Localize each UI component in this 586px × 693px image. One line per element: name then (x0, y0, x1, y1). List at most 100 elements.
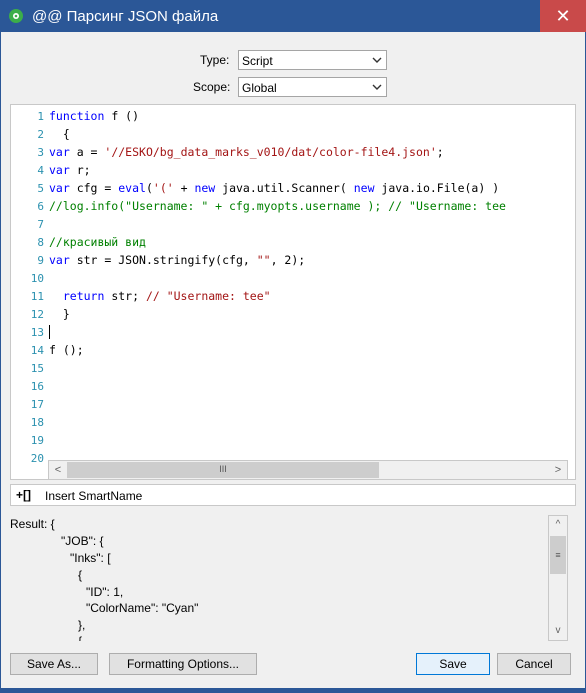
code-text: java.io.File(a) ) (374, 181, 500, 195)
code-line: function f () (49, 109, 139, 123)
line-number: 5 (37, 182, 44, 195)
line-number: 17 (30, 398, 44, 411)
code-keyword: return (49, 289, 105, 303)
code-text: , 2); (270, 253, 306, 267)
line-number: 1 (37, 110, 44, 123)
line-number: 8 (37, 236, 44, 249)
line-number: 19 (30, 434, 44, 447)
line-number-gutter: 1 2 3 4 5 6 7 8 9 10 11 12 13 14 15 16 1… (11, 105, 47, 479)
scope-label: Scope: (193, 80, 231, 94)
code-area[interactable]: function f () { var a = '//ESKO/bg_data_… (49, 105, 575, 479)
code-line: var cfg = eval('(' + new java.util.Scann… (49, 181, 499, 195)
result-line: { (78, 568, 83, 582)
result-line: "Inks": [ (70, 551, 111, 565)
code-text: r; (69, 163, 91, 177)
line-number: 13 (30, 326, 44, 339)
line-number: 15 (30, 362, 44, 375)
code-line: var str = JSON.stringify(cfg, "", 2); (49, 253, 305, 267)
result-line: Result: { (10, 517, 55, 531)
insert-smartname-bar[interactable]: +[] Insert SmartName (10, 484, 576, 506)
chevron-down-icon (372, 84, 382, 90)
result-line: { (78, 634, 83, 641)
window-title: @@ Парсинг JSON файла (32, 8, 219, 25)
insert-smartname-label: Insert SmartName (45, 489, 143, 503)
line-number: 16 (30, 380, 44, 393)
save-as-button[interactable]: Save As... (10, 653, 98, 675)
line-number: 12 (30, 308, 44, 321)
code-keyword: var (49, 145, 70, 159)
line-number: 7 (37, 218, 44, 231)
code-line: var a = '//ESKO/bg_data_marks_v010/dat/c… (49, 145, 444, 159)
scope-select[interactable]: Global (238, 77, 387, 97)
bracket-icon: [] (23, 488, 32, 502)
code-comment: //log.info("Username: " + cfg.myopts.use… (49, 199, 506, 213)
line-number: 11 (30, 290, 44, 303)
line-number: 6 (37, 200, 44, 213)
scroll-right-button[interactable]: > (549, 461, 567, 479)
cancel-button[interactable]: Cancel (497, 653, 571, 675)
app-gear-icon[interactable] (9, 9, 23, 23)
scroll-thumb[interactable]: III (67, 462, 379, 478)
code-text: f () (104, 109, 140, 123)
code-text: a = (69, 145, 105, 159)
line-number: 2 (37, 128, 44, 141)
code-keyword: var (49, 181, 70, 195)
scope-select-value: Global (242, 81, 277, 95)
code-string: // "Username: tee" (145, 289, 271, 303)
save-button[interactable]: Save (416, 653, 490, 675)
code-keyword: eval (118, 181, 146, 195)
line-number: 10 (30, 272, 44, 285)
code-text: ( (145, 181, 153, 195)
code-keyword: new (194, 181, 216, 195)
code-line: { (49, 127, 70, 141)
formatting-options-button[interactable]: Formatting Options... (109, 653, 257, 675)
line-number: 4 (37, 164, 44, 177)
code-line: return str; // "Username: tee" (49, 289, 271, 303)
line-number: 14 (30, 344, 44, 357)
code-keyword: new (353, 181, 375, 195)
type-select[interactable]: Script (238, 50, 387, 70)
result-line: "ColorName": "Cyan" (86, 601, 199, 615)
vertical-scrollbar[interactable]: ^ ≡ v (548, 515, 568, 641)
line-number: 18 (30, 416, 44, 429)
line-number: 20 (30, 452, 44, 465)
chevron-down-icon (372, 57, 382, 63)
text-caret (49, 325, 50, 339)
result-panel: Result: { "JOB": { "Inks": [ { "ID": 1, … (10, 515, 576, 641)
line-number: 9 (37, 254, 44, 267)
code-text: cfg = (69, 181, 119, 195)
code-keyword: var (49, 163, 70, 177)
result-line: "JOB": { (61, 534, 104, 548)
scroll-up-button[interactable]: ^ (549, 516, 567, 534)
window-border-bottom (0, 688, 586, 693)
code-string: '(' (152, 181, 174, 195)
horizontal-scrollbar[interactable]: < III > (48, 460, 568, 480)
type-label: Type: (200, 53, 230, 67)
scroll-left-button[interactable]: < (49, 461, 67, 479)
type-select-value: Script (242, 54, 273, 68)
plus-icon: +[] (16, 488, 31, 502)
result-line: "ID": 1, (86, 585, 124, 599)
code-keyword: var (49, 253, 70, 267)
code-keyword: function (49, 109, 105, 123)
code-text: str = JSON.stringify(cfg, (69, 253, 257, 267)
script-editor[interactable]: 1 2 3 4 5 6 7 8 9 10 11 12 13 14 15 16 1… (10, 104, 576, 480)
code-text: + (173, 181, 195, 195)
code-line: f (); (49, 343, 84, 357)
window-border-left (0, 32, 1, 693)
code-text: java.util.Scanner( (215, 181, 354, 195)
code-line: } (49, 307, 70, 321)
line-number: 3 (37, 146, 44, 159)
close-button[interactable]: ✕ (540, 0, 586, 32)
scroll-down-button[interactable]: v (549, 622, 567, 640)
code-line: var r; (49, 163, 91, 177)
code-string: '//ESKO/bg_data_marks_v010/dat/color-fil… (104, 145, 437, 159)
code-text: ; (436, 145, 444, 159)
code-comment: //красивый вид (49, 235, 146, 249)
plus-glyph: + (16, 488, 24, 502)
title-bar: @@ Парсинг JSON файла ✕ (0, 0, 586, 32)
result-line: }, (78, 618, 86, 632)
code-string: "" (256, 253, 271, 267)
scroll-thumb[interactable]: ≡ (550, 536, 566, 574)
code-text: str; (104, 289, 146, 303)
